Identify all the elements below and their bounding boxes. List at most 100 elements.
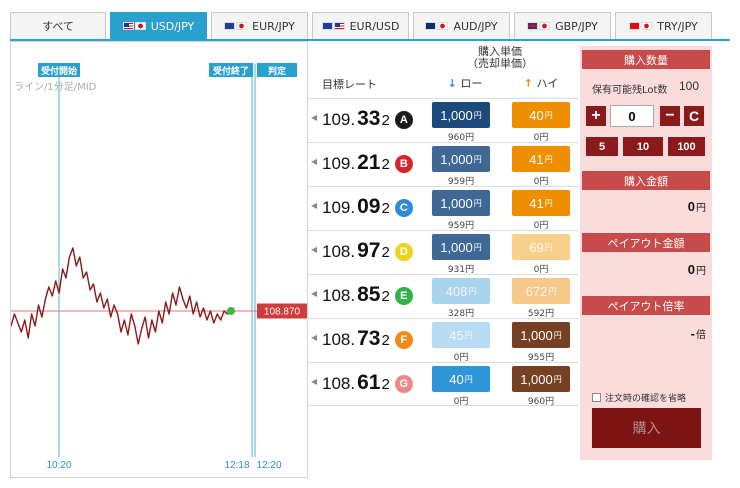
order-panel: 購入数量 保有可能残Lot数 100 + − C 5 10 100 購入金額 0… — [580, 46, 712, 460]
low-buy-button[interactable]: 40 円 — [432, 366, 490, 392]
tab-label: すべて — [42, 20, 74, 33]
tab-label: EUR/JPY — [252, 19, 295, 33]
rate-row-c: ◀ 109. 09 2 C 1,000 円 959円 41 円 0円 — [308, 186, 578, 231]
lot-value: 100 — [679, 79, 700, 93]
flag-icon — [527, 22, 551, 30]
tab-label: USD/JPY — [150, 19, 195, 33]
clear-button[interactable]: C — [684, 106, 704, 126]
flag-icon — [224, 22, 248, 30]
tab-eurusd[interactable]: EUR/USD — [312, 12, 409, 39]
high-buy-button[interactable]: 69 円 — [512, 234, 570, 260]
arrow-up-icon: ↑ — [523, 77, 533, 90]
tab-label: EUR/USD — [349, 19, 400, 33]
tab-audjpy[interactable]: AUD/JPY — [413, 12, 510, 39]
payout-title: ペイアウト金額 — [582, 233, 710, 252]
purchase-amount: 0円 — [687, 199, 706, 214]
target-rate: 109. 33 2 A — [322, 107, 413, 133]
time-start-label: 10:20 — [46, 460, 71, 471]
tab-eurjpy[interactable]: EUR/JPY — [211, 12, 308, 39]
time-judge-label: 12:20 — [256, 460, 281, 471]
chart-subtitle: ライン/1分足/MID — [14, 81, 97, 93]
flag-icon — [321, 22, 345, 30]
caret-left-icon: ◀ — [311, 289, 318, 298]
caret-left-icon: ◀ — [311, 377, 318, 386]
target-rate: 108. 73 2 F — [322, 327, 413, 353]
target-rate: 108. 97 2 D — [322, 239, 413, 265]
caret-left-icon: ◀ — [311, 333, 318, 342]
currency-tabs: すべて USD/JPY EUR/JPY EUR/USD AUD/JPY GBP/… — [10, 12, 730, 39]
tab-gbpjpy[interactable]: GBP/JPY — [514, 12, 611, 39]
rate-badge: A — [394, 111, 413, 129]
payout-amount: 0円 — [687, 262, 706, 277]
rate-badge: G — [394, 375, 413, 393]
payout-ratio: -倍 — [690, 326, 706, 341]
tab-label: AUD/JPY — [453, 19, 498, 33]
current-price-marker — [227, 307, 235, 315]
rate-row-e: ◀ 108. 85 2 E 408 円 328円 672 円 592円 — [308, 274, 578, 319]
buy-button[interactable]: 購入 — [592, 408, 701, 448]
quantity-input[interactable] — [610, 105, 654, 127]
low-header: ↓ ロー — [436, 78, 494, 90]
low-buy-button[interactable]: 1,000 円 — [432, 146, 490, 172]
tab-all[interactable]: すべて — [10, 12, 106, 39]
high-buy-button[interactable]: 672 円 — [512, 278, 570, 304]
tab-tryjpy[interactable]: TRY/JPY — [615, 12, 712, 39]
rate-badge: E — [394, 287, 413, 305]
low-buy-button[interactable]: 45 円 — [432, 322, 490, 348]
high-sell-price: 960円 — [527, 397, 555, 407]
lot-5-button[interactable]: 5 — [586, 137, 618, 156]
high-buy-button[interactable]: 1,000 円 — [512, 322, 570, 348]
unit-price-header: 購入単価 （売却単価） — [455, 46, 545, 70]
target-rate: 108. 61 2 G — [322, 371, 413, 397]
rate-badge: B — [394, 155, 413, 173]
rate-row-b: ◀ 109. 21 2 B 1,000 円 959円 41 円 0円 — [308, 142, 578, 187]
caret-left-icon: ◀ — [311, 113, 318, 122]
high-label: ハイ — [536, 77, 559, 90]
low-sell-price: 0円 — [453, 397, 469, 407]
tab-usdjpy[interactable]: USD/JPY — [110, 12, 207, 39]
end-label: 受付終了 — [213, 65, 249, 77]
high-buy-button[interactable]: 41 円 — [512, 190, 570, 216]
arrow-down-icon: ↓ — [447, 77, 457, 90]
qty-title: 購入数量 — [582, 50, 710, 69]
target-rate-header: 目標レート — [322, 78, 377, 91]
lot-10-button[interactable]: 10 — [623, 137, 663, 156]
caret-left-icon: ◀ — [311, 245, 318, 254]
time-end-label: 12:18 — [224, 460, 249, 471]
caret-left-icon: ◀ — [311, 157, 318, 166]
sell-price-label: （売却単価） — [467, 57, 533, 70]
high-header: ↑ ハイ — [512, 78, 570, 90]
lot-100-button[interactable]: 100 — [668, 137, 705, 156]
flag-icon — [425, 22, 449, 30]
amount-title: 購入金額 — [582, 171, 710, 190]
target-rate: 109. 21 2 B — [322, 151, 413, 177]
high-buy-button[interactable]: 41 円 — [512, 146, 570, 172]
target-rate: 109. 09 2 C — [322, 195, 413, 221]
high-buy-button[interactable]: 40 円 — [512, 102, 570, 128]
high-buy-button[interactable]: 1,000 円 — [512, 366, 570, 392]
rate-badge: C — [394, 199, 413, 217]
rate-badge: F — [394, 331, 413, 349]
flag-icon — [629, 22, 653, 30]
chart-canvas: 受付開始 受付終了 判定 ライン/1分足/MID 108.870 10:20 1… — [11, 63, 307, 471]
low-buy-button[interactable]: 408 円 — [432, 278, 490, 304]
skip-confirm-checkbox[interactable] — [592, 393, 601, 402]
caret-left-icon: ◀ — [311, 201, 318, 210]
price-series-line — [11, 247, 232, 345]
tab-label: GBP/JPY — [555, 19, 598, 33]
tab-label: TRY/JPY — [657, 19, 698, 33]
rate-row-g: ◀ 108. 61 2 G 40 円 0円 1,000 円 960円 — [308, 362, 578, 407]
lot-label: 保有可能残Lot数 — [592, 85, 668, 96]
start-label: 受付開始 — [41, 65, 77, 77]
low-buy-button[interactable]: 1,000 円 — [432, 190, 490, 216]
judge-label: 判定 — [268, 65, 287, 77]
rate-row-f: ◀ 108. 73 2 F 45 円 0円 1,000 円 955円 — [308, 318, 578, 363]
rate-row-d: ◀ 108. 97 2 D 1,000 円 931円 69 円 0円 — [308, 230, 578, 275]
rate-badge: D — [394, 243, 413, 261]
minus-button[interactable]: − — [660, 106, 680, 126]
low-buy-button[interactable]: 1,000 円 — [432, 102, 490, 128]
low-buy-button[interactable]: 1,000 円 — [432, 234, 490, 260]
plus-button[interactable]: + — [586, 106, 606, 126]
price-chart[interactable]: 受付開始 受付終了 判定 ライン/1分足/MID 108.870 10:20 1… — [10, 41, 308, 478]
rate-row-a: ◀ 109. 33 2 A 1,000 円 960円 40 円 0円 — [308, 98, 578, 143]
